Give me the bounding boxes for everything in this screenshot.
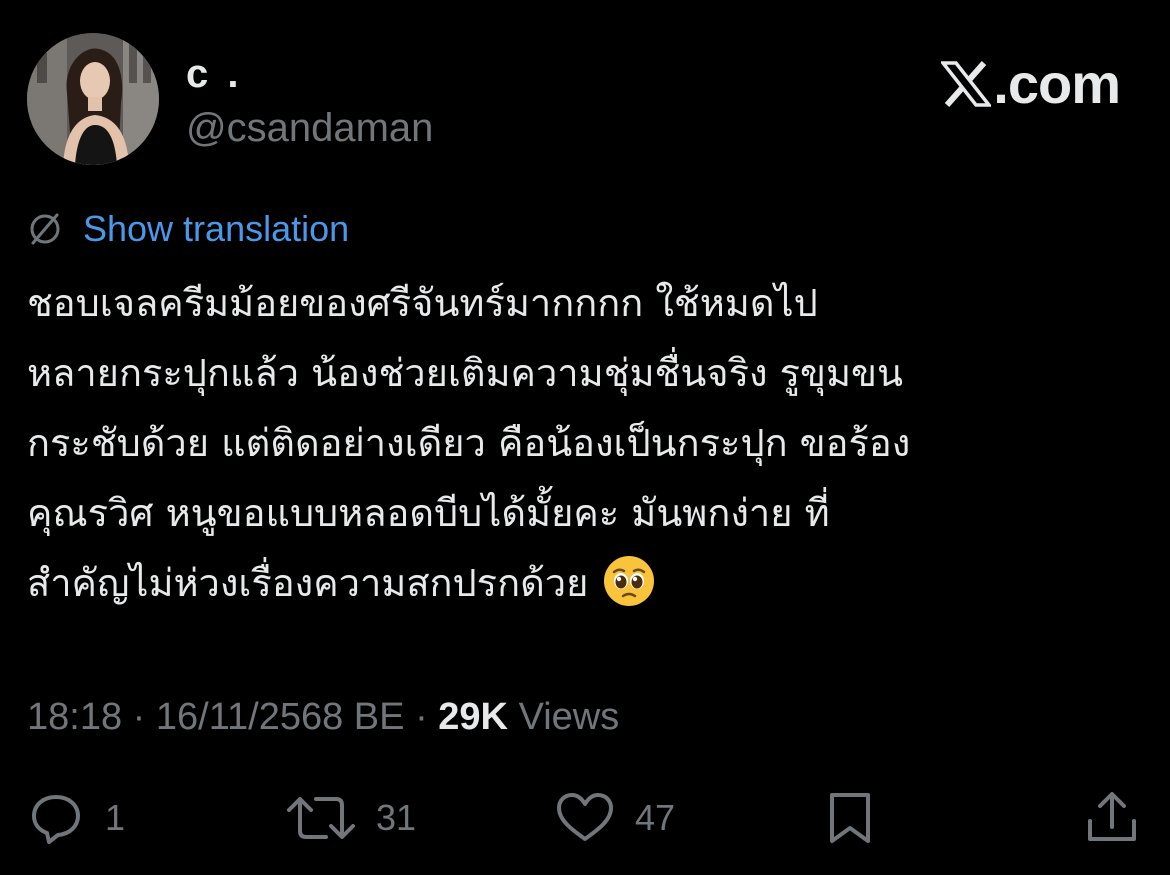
author-display-name[interactable]: c .	[186, 52, 242, 96]
meta-separator: ·	[415, 696, 428, 738]
tweet-text: ชอบเจลครีมม้อยของศรีจันทร์มากกกก ใช้หมดไ…	[27, 268, 1147, 630]
tweet-text-line: ชอบเจลครีมม้อยของศรีจันทร์มากกกก ใช้หมดไ…	[27, 281, 818, 325]
translate-globe-icon	[30, 213, 60, 245]
tweet-text-line: คุณรวิศ หนูขอแบบหลอดบีบได้มั้ยคะ มันพกง่…	[27, 491, 830, 535]
brand-domain: .com	[993, 52, 1121, 115]
tweet-card: c . @csandaman .com Show translation ชอบ…	[0, 0, 1170, 875]
pleading-face-icon	[604, 556, 655, 606]
share-icon	[1088, 792, 1136, 841]
bookmark-icon	[830, 793, 870, 843]
tweet-text-line: หลายกระปุกแล้ว น้องช่วยเติมความชุ่มชื่นจ…	[27, 351, 904, 395]
tweet-text-line: สำคัญไม่ห่วงเรื่องความสกปรกด้วย	[27, 561, 589, 605]
reply-button[interactable]: 1	[27, 788, 125, 848]
action-bar: 1 31 47	[0, 788, 1170, 848]
views-count[interactable]: 29K	[438, 696, 508, 738]
tweet-time[interactable]: 18:18	[27, 696, 122, 738]
like-button[interactable]: 47	[555, 788, 675, 848]
views-label: Views	[518, 696, 620, 738]
heart-icon	[557, 793, 613, 841]
tweet-date[interactable]: 16/11/2568 BE	[156, 696, 405, 738]
repost-icon	[287, 797, 355, 839]
share-button[interactable]	[1085, 788, 1139, 848]
x-logo-icon	[941, 61, 992, 107]
repost-count: 31	[376, 797, 417, 838]
avatar-image	[27, 33, 159, 165]
tweet-text-line: กระชับด้วย แต่ติดอย่างเดียว คือน้องเป็นก…	[27, 421, 911, 465]
pleading-face-emoji	[602, 554, 656, 630]
author-handle[interactable]: @csandaman	[186, 106, 433, 150]
show-translation-label[interactable]: Show translation	[83, 207, 349, 251]
repost-button[interactable]: 31	[286, 788, 416, 848]
brand-watermark: .com	[941, 52, 1121, 115]
reply-count: 1	[105, 797, 126, 838]
avatar[interactable]	[27, 33, 159, 165]
bookmark-button[interactable]	[825, 788, 875, 848]
like-count: 47	[635, 797, 676, 838]
tweet-meta: 18:18 · 16/11/2568 BE · 29K Views	[27, 694, 619, 740]
meta-separator: ·	[132, 696, 146, 738]
reply-icon	[32, 795, 80, 844]
tweet-text-line-last: สำคัญไม่ห่วงเรื่องความสกปรกด้วย	[27, 548, 1147, 630]
show-translation-link[interactable]: Show translation	[27, 206, 349, 252]
